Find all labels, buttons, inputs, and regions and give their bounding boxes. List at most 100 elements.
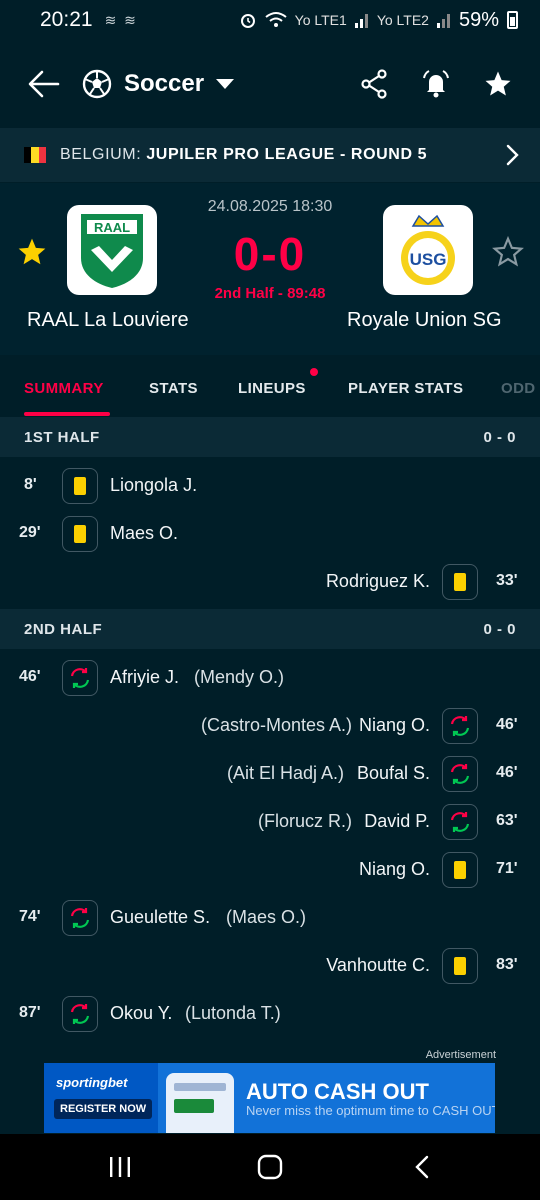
substitution-icon (442, 804, 478, 840)
battery-icon (507, 11, 518, 29)
ad-phone-image (166, 1073, 234, 1133)
event-sub-player[interactable]: (Mendy O.) (194, 667, 284, 688)
back-arrow-icon[interactable] (26, 66, 62, 102)
event-minute: 29' (19, 524, 41, 541)
event-sub-player[interactable]: (Ait El Hadj A.) (227, 763, 344, 784)
event-player[interactable]: Rodriguez K. (326, 571, 430, 592)
event-sub-player[interactable]: (Maes O.) (226, 907, 306, 928)
ad-label: Advertisement (425, 1049, 496, 1061)
tab-lineups[interactable]: LINEUPS (238, 380, 306, 397)
ad-register-button[interactable]: REGISTER NOW (54, 1099, 153, 1119)
home-button[interactable] (250, 1152, 290, 1182)
event-row[interactable]: 74' Gueulette S. (Maes O.) (0, 898, 540, 938)
league-name: JUPILER PRO LEAGUE - ROUND 5 (146, 146, 428, 163)
sim2-label: Yo LTE2 (376, 12, 429, 28)
event-player[interactable]: Niang O. (359, 859, 430, 880)
event-player[interactable]: Liongola J. (110, 475, 197, 496)
event-row[interactable]: (Florucz R.) David P. 63' (0, 802, 540, 842)
event-row[interactable]: Niang O. 71' (0, 850, 540, 890)
away-favorite-star-icon[interactable] (492, 236, 524, 268)
section-score: 0 - 0 (483, 428, 516, 446)
signal-icon (354, 14, 368, 28)
event-minute: 46' (19, 668, 41, 685)
substitution-icon (442, 708, 478, 744)
event-player[interactable]: Maes O. (110, 523, 178, 544)
lineups-new-dot (310, 368, 318, 376)
substitution-icon (442, 756, 478, 792)
section-score: 0 - 0 (483, 620, 516, 638)
usg-crest-icon: USG (401, 214, 455, 285)
section-title: 1ST HALF (24, 428, 100, 446)
tab-summary[interactable]: SUMMARY (24, 380, 104, 397)
status-time: 20:21 (40, 8, 93, 31)
share-icon (361, 69, 387, 99)
event-minute: 87' (19, 1004, 41, 1021)
signal-icon (436, 14, 450, 28)
event-row[interactable]: Rodriguez K. 33' (0, 562, 540, 602)
back-button[interactable] (402, 1152, 442, 1182)
event-sub-player[interactable]: (Lutonda T.) (185, 1003, 281, 1024)
recent-apps-icon (110, 1157, 130, 1177)
home-team-name[interactable]: RAAL La Louviere (27, 309, 189, 332)
league-bar[interactable]: BELGIUM: JUPILER PRO LEAGUE - ROUND 5 (0, 128, 540, 182)
dropdown-caret-icon[interactable] (216, 79, 235, 89)
tab-stats[interactable]: STATS (149, 380, 198, 397)
ad-banner[interactable]: sportingbet REGISTER NOW AUTO CASH OUT N… (44, 1063, 495, 1133)
yellow-card-icon (442, 948, 478, 984)
yellow-card-icon (62, 516, 98, 552)
substitution-icon (62, 900, 98, 936)
back-chevron-icon (415, 1155, 429, 1179)
league-label: BELGIUM: JUPILER PRO LEAGUE - ROUND 5 (60, 146, 427, 164)
event-row[interactable]: Vanhoutte C. 83' (0, 946, 540, 986)
wifi-icon (265, 12, 287, 27)
belgium-flag-icon (24, 147, 46, 163)
section-title: 2ND HALF (24, 620, 103, 638)
event-player[interactable]: Afriyie J. (110, 667, 179, 688)
tab-player-stats[interactable]: PLAYER STATS (348, 380, 463, 397)
event-player[interactable]: Niang O. (359, 715, 430, 736)
tab-odds[interactable]: ODD (501, 380, 536, 397)
event-sub-player[interactable]: (Castro-Montes A.) (201, 715, 352, 736)
notifications-button[interactable] (418, 66, 454, 102)
event-player[interactable]: Vanhoutte C. (326, 955, 430, 976)
chevron-right-icon[interactable] (502, 143, 522, 167)
app-header: Soccer (0, 52, 540, 116)
event-minute: 71' (496, 860, 518, 877)
league-country: BELGIUM: (60, 146, 142, 163)
event-minute: 8' (24, 476, 37, 493)
active-tab-indicator (24, 412, 110, 416)
event-row[interactable]: 8' Liongola J. (0, 466, 540, 506)
event-row[interactable]: 46' Afriyie J. (Mendy O.) (0, 658, 540, 698)
event-sub-player[interactable]: (Florucz R.) (258, 811, 352, 832)
event-row[interactable]: (Ait El Hadj A.) Boufal S. 46' (0, 754, 540, 794)
event-row[interactable]: 87' Okou Y. (Lutonda T.) (0, 994, 540, 1034)
bell-ringing-icon (423, 70, 449, 98)
match-tabs: SUMMARY STATS LINEUPS PLAYER STATS ODD (0, 360, 540, 418)
section-header-first-half: 1ST HALF 0 - 0 (0, 417, 540, 457)
event-player[interactable]: Gueulette S. (110, 907, 210, 928)
notification-icons: ≋ ≋ (104, 11, 138, 28)
away-team-logo[interactable]: USG (383, 205, 473, 295)
event-player[interactable]: David P. (364, 811, 430, 832)
event-player[interactable]: Boufal S. (357, 763, 430, 784)
favorite-match-button[interactable] (480, 66, 516, 102)
sport-title[interactable]: Soccer (124, 70, 204, 98)
ad-headline: AUTO CASH OUT (246, 1079, 429, 1104)
usg-crest-text: USG (410, 250, 447, 269)
substitution-icon (62, 996, 98, 1032)
away-team-name[interactable]: Royale Union SG (347, 309, 502, 332)
event-player[interactable]: Okou Y. (110, 1003, 172, 1024)
soccer-ball-icon[interactable] (82, 69, 112, 99)
system-nav-bar (0, 1134, 540, 1200)
share-button[interactable] (356, 66, 392, 102)
event-minute: 46' (496, 764, 518, 781)
recent-apps-button[interactable] (100, 1152, 140, 1182)
substitution-icon (62, 660, 98, 696)
home-icon (257, 1154, 283, 1180)
section-header-second-half: 2ND HALF 0 - 0 (0, 609, 540, 649)
event-row[interactable]: 29' Maes O. (0, 514, 540, 554)
star-icon (485, 71, 511, 96)
event-row[interactable]: (Castro-Montes A.) Niang O. 46' (0, 706, 540, 746)
match-header: RAAL RAAL La Louviere 24.08.2025 18:30 0… (0, 183, 540, 355)
sim1-label: Yo LTE1 (294, 12, 347, 28)
